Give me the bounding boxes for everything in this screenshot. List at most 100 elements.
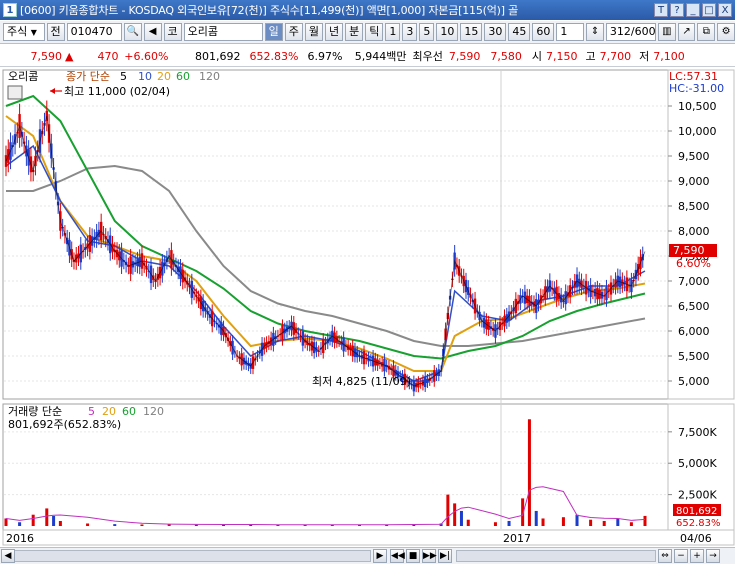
- volume-bar: [18, 522, 22, 526]
- bottom-navigation-bar: ◀ ▶ ◀◀ ■ ▶▶ ▶| ⇔ − + →: [0, 547, 735, 564]
- legend-ma20: 20: [157, 70, 171, 83]
- period-minute[interactable]: 분: [345, 23, 364, 41]
- period-week[interactable]: 주: [284, 23, 303, 41]
- name-prefix: 코: [163, 23, 182, 41]
- interval-60[interactable]: 60: [532, 23, 555, 41]
- interval-1[interactable]: 1: [385, 23, 401, 41]
- x-label-last-date: 04/06: [680, 532, 712, 545]
- x-label-2017: 2017: [503, 532, 531, 545]
- period-month[interactable]: 월: [304, 23, 324, 41]
- end-icon[interactable]: ▶|: [438, 549, 452, 563]
- search-icon[interactable]: 🔍: [123, 23, 142, 41]
- panel-menu-icon[interactable]: [7, 85, 23, 100]
- period-day[interactable]: 일: [264, 23, 283, 41]
- volume-bar: [58, 520, 62, 526]
- volume-tick-label: 7,500K: [678, 426, 717, 439]
- chart-scrollbar[interactable]: [6, 550, 371, 562]
- interval-5[interactable]: 5: [419, 23, 435, 41]
- volume-bar: [534, 510, 538, 526]
- volume-bar: [561, 517, 565, 526]
- close-button[interactable]: X: [718, 3, 732, 17]
- zoom-reset-icon[interactable]: →: [706, 549, 720, 563]
- drawing-icon[interactable]: ⧉: [697, 23, 716, 41]
- stock-chart[interactable]: 10,50010,0009,5009,0008,5008,0007,5007,0…: [0, 68, 735, 546]
- bid-price: 7,580: [490, 49, 522, 63]
- volume-bar: [113, 524, 117, 526]
- help-button[interactable]: ?: [670, 3, 684, 17]
- volume-bar: [459, 510, 463, 526]
- interval-15[interactable]: 15: [460, 23, 483, 41]
- low-price: 7,100: [653, 49, 685, 63]
- up-arrow-icon: ▲: [65, 49, 74, 63]
- unit-input[interactable]: 1: [556, 23, 585, 41]
- market-select[interactable]: 주식 ▼: [3, 23, 45, 41]
- price-tick-label: 6,500: [678, 300, 710, 313]
- current-price: 7,590: [30, 49, 63, 63]
- legend-ma5: 5: [120, 70, 127, 83]
- last-volume-tag-text: 801,692: [676, 506, 717, 517]
- price-tick-label: 10,500: [678, 100, 717, 113]
- play-forward-icon[interactable]: ▶▶: [422, 549, 437, 563]
- volume-bar: [86, 523, 90, 526]
- page-counter[interactable]: 312/600: [605, 23, 656, 41]
- vol-legend-ma20: 20: [102, 405, 116, 418]
- stop-icon[interactable]: ■: [406, 549, 420, 563]
- interval-30[interactable]: 30: [484, 23, 507, 41]
- volume-bar: [453, 503, 457, 526]
- zoom-in-icon[interactable]: +: [690, 549, 704, 563]
- price-tick-label: 5,500: [678, 350, 710, 363]
- low-annotation: 최저 4,825 (11/09): [312, 375, 411, 388]
- volume-bar: [527, 419, 531, 526]
- price-panel-stock-name: 오리콤: [8, 70, 38, 83]
- interval-10[interactable]: 10: [436, 23, 459, 41]
- volume-bar: [629, 522, 633, 526]
- price-tick-label: 9,000: [678, 175, 710, 188]
- stepper-icon[interactable]: ⇕: [586, 23, 604, 41]
- price-tick-label: 10,000: [678, 125, 717, 138]
- minimize-button[interactable]: _: [686, 3, 700, 17]
- volume-bar: [493, 522, 497, 526]
- topmost-button[interactable]: T: [654, 3, 668, 17]
- volume-bar: [194, 524, 198, 526]
- scroll-right-icon[interactable]: ▶: [373, 549, 387, 563]
- volume-bar: [589, 519, 593, 526]
- interval-3[interactable]: 3: [402, 23, 418, 41]
- settings-icon[interactable]: ⚙: [717, 23, 735, 41]
- legend-ma60: 60: [176, 70, 190, 83]
- period-year[interactable]: 년: [325, 23, 344, 41]
- volume-bar: [643, 515, 647, 526]
- chart-type-icon[interactable]: ▥: [657, 23, 676, 41]
- last-pct-tag-text: 6.60%: [676, 257, 711, 270]
- volume-bar: [4, 518, 8, 526]
- indicator-icon[interactable]: ↗: [677, 23, 696, 41]
- speaker-icon[interactable]: ◀: [143, 23, 162, 41]
- volume-pct: 652.83%: [249, 49, 299, 63]
- zoom-track[interactable]: [456, 550, 656, 562]
- period-tick[interactable]: 틱: [365, 23, 384, 41]
- jeon-button[interactable]: 전: [46, 23, 65, 41]
- dropdown-arrow-icon: ▼: [30, 28, 37, 37]
- vol-legend-ma60: 60: [122, 405, 136, 418]
- zoom-fit-icon[interactable]: ⇔: [658, 549, 672, 563]
- stock-code-input[interactable]: 010470: [66, 23, 122, 41]
- volume-bar: [616, 518, 620, 526]
- volume-bar: [446, 494, 450, 526]
- vol-legend-ma5: 5: [88, 405, 95, 418]
- volume-legend-prefix: 거래량 단순: [8, 405, 62, 418]
- turnover-rate: 6.97%: [307, 49, 343, 63]
- scroll-left-icon[interactable]: ◀: [1, 549, 15, 563]
- x-label-2016: 2016: [6, 532, 34, 545]
- last-volume-pct-text: 652.83%: [676, 518, 721, 529]
- price-tick-label: 8,000: [678, 225, 710, 238]
- high-label: 고: [585, 50, 596, 63]
- volume-bar: [575, 514, 579, 526]
- last-price-tag-text: 7,590: [673, 244, 705, 257]
- maximize-button[interactable]: □: [702, 3, 716, 17]
- chart-area[interactable]: 10,50010,0009,5009,0008,5008,0007,5007,0…: [0, 68, 735, 546]
- price-change: 470: [97, 49, 119, 63]
- zoom-out-icon[interactable]: −: [674, 549, 688, 563]
- price-legend-prefix: 종가 단순: [66, 70, 110, 83]
- volume-bar: [602, 520, 606, 526]
- play-back-icon[interactable]: ◀◀: [390, 549, 405, 563]
- interval-45[interactable]: 45: [508, 23, 531, 41]
